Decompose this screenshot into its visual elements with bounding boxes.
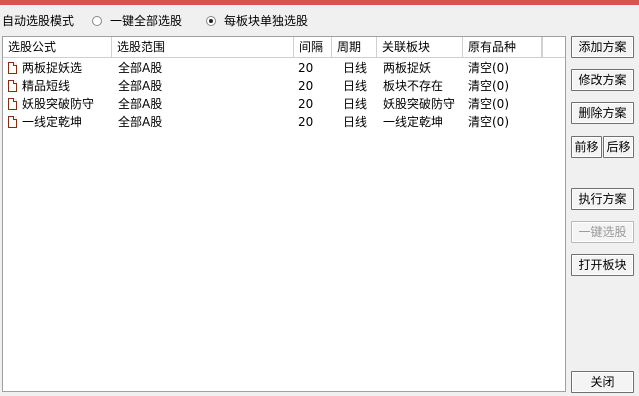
one-click-select-button[interactable]: 一键选股 [571,221,634,243]
cell-existing: 清空(0) [468,79,509,93]
document-icon [8,98,17,110]
radio-label: 一键全部选股 [110,14,183,28]
cell-existing: 清空(0) [468,61,509,75]
close-button[interactable]: 关闭 [571,371,634,393]
radio-checked-icon [206,15,216,26]
move-up-button[interactable]: 前移 [571,136,602,158]
table-row[interactable]: 两板捉妖选 全部A股 20 日线 两板捉妖 清空(0) [3,59,565,77]
cell-period: 日线 [343,61,368,75]
column-header-filler [542,37,565,57]
cell-range: 全部A股 [118,115,163,129]
scheme-table[interactable]: 选股公式 选股范围 间隔 周期 关联板块 原有品种 两板捉妖选 全部A股 20 … [2,36,566,392]
radio-one-click-all[interactable]: 一键全部选股 [92,12,182,29]
cell-period: 日线 [343,115,368,129]
add-scheme-button[interactable]: 添加方案 [571,36,634,58]
document-icon [8,116,17,128]
table-row[interactable]: 妖股突破防守 全部A股 20 日线 妖股突破防守 清空(0) [3,95,565,113]
cell-sector: 妖股突破防守 [383,97,456,111]
cell-interval: 20 [298,115,314,129]
open-sector-button[interactable]: 打开板块 [571,254,634,276]
cell-range: 全部A股 [118,61,163,75]
title-accent-bar [0,0,639,5]
cell-sector: 板块不存在 [383,79,444,93]
cell-sector: 一线定乾坤 [383,115,444,129]
table-header: 选股公式 选股范围 间隔 周期 关联板块 原有品种 [3,37,565,58]
mode-label: 自动选股模式 [2,14,75,28]
column-header-sector[interactable]: 关联板块 [377,37,463,57]
cell-sector: 两板捉妖 [383,61,432,75]
cell-range: 全部A股 [118,97,163,111]
radio-circle-icon [92,15,102,26]
radio-label: 每板块单独选股 [224,14,309,28]
column-header-interval[interactable]: 间隔 [294,37,332,57]
cell-period: 日线 [343,79,368,93]
cell-range: 全部A股 [118,79,163,93]
document-icon [8,80,17,92]
delete-scheme-button[interactable]: 删除方案 [571,102,634,124]
radio-per-sector[interactable]: 每板块单独选股 [206,12,308,29]
cell-interval: 20 [298,79,314,93]
execute-scheme-button[interactable]: 执行方案 [571,188,634,210]
cell-formula: 精品短线 [22,79,71,93]
document-icon [8,62,17,74]
column-header-period[interactable]: 周期 [332,37,377,57]
cell-interval: 20 [298,97,314,111]
cell-formula: 一线定乾坤 [22,115,83,129]
table-row[interactable]: 一线定乾坤 全部A股 20 日线 一线定乾坤 清空(0) [3,113,565,131]
cell-formula: 两板捉妖选 [22,61,83,75]
cell-period: 日线 [343,97,368,111]
cell-existing: 清空(0) [468,115,509,129]
column-header-range[interactable]: 选股范围 [112,37,294,57]
column-header-formula[interactable]: 选股公式 [3,37,112,57]
cell-formula: 妖股突破防守 [22,97,95,111]
cell-existing: 清空(0) [468,97,509,111]
modify-scheme-button[interactable]: 修改方案 [571,69,634,91]
column-header-existing[interactable]: 原有品种 [463,37,542,57]
move-down-button[interactable]: 后移 [603,136,634,158]
cell-interval: 20 [298,61,314,75]
table-row[interactable]: 精品短线 全部A股 20 日线 板块不存在 清空(0) [3,77,565,95]
